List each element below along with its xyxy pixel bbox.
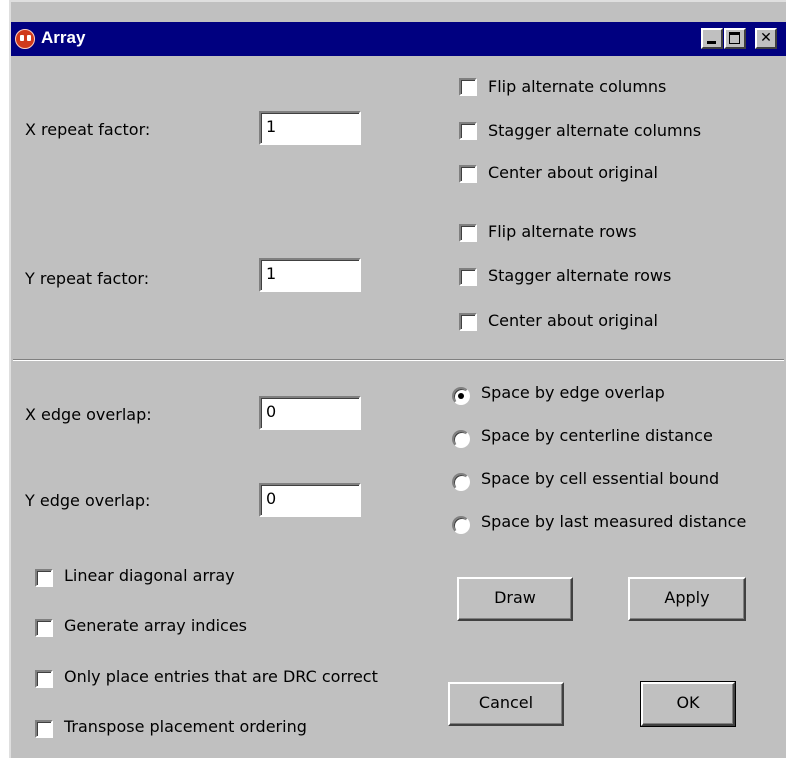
space-by-last-measured-distance-radio[interactable] <box>452 516 470 534</box>
cancel-button[interactable]: Cancel <box>448 682 564 726</box>
y-edge-overlap-input[interactable]: 0 <box>259 483 361 517</box>
generate-array-indices-checkbox[interactable] <box>35 619 53 637</box>
close-button[interactable]: ✕ <box>755 28 777 49</box>
x-repeat-label: X repeat factor: <box>25 120 151 139</box>
space-by-centerline-distance-radio[interactable] <box>452 430 470 448</box>
generate-array-indices-label: Generate array indices <box>64 616 248 635</box>
stagger-alternate-columns-checkbox[interactable] <box>459 122 477 140</box>
stagger-alternate-rows-label: Stagger alternate rows <box>488 266 672 285</box>
space-by-centerline-distance-label: Space by centerline distance <box>481 426 713 445</box>
title-bar[interactable]: Array ✕ <box>11 22 786 56</box>
drc-correct-only-label: Only place entries that are DRC correct <box>64 667 378 686</box>
flip-alternate-columns-label: Flip alternate columns <box>488 77 667 96</box>
space-by-cell-essential-bound-radio[interactable] <box>452 473 470 491</box>
close-icon: ✕ <box>760 30 772 46</box>
radio-selected-dot <box>458 393 464 399</box>
space-by-edge-overlap-label: Space by edge overlap <box>481 383 665 402</box>
x-edge-overlap-input[interactable]: 0 <box>259 396 361 430</box>
window-title: Array <box>41 28 86 47</box>
flip-alternate-rows-checkbox[interactable] <box>459 224 477 242</box>
section-separator <box>13 359 784 361</box>
stagger-alternate-columns-label: Stagger alternate columns <box>488 121 702 140</box>
linear-diagonal-array-checkbox[interactable] <box>35 569 53 587</box>
space-by-cell-essential-bound-label: Space by cell essential bound <box>481 469 720 488</box>
center-about-original-columns-label: Center about original <box>488 163 658 182</box>
stagger-alternate-rows-checkbox[interactable] <box>459 268 477 286</box>
flip-alternate-rows-label: Flip alternate rows <box>488 222 637 241</box>
center-about-original-rows-checkbox[interactable] <box>459 313 477 331</box>
ok-button[interactable]: OK <box>640 681 736 727</box>
minimize-button[interactable] <box>701 28 723 49</box>
x-repeat-input[interactable]: 1 <box>259 111 361 145</box>
center-about-original-rows-label: Center about original <box>488 311 658 330</box>
draw-button[interactable]: Draw <box>457 577 573 621</box>
center-about-original-columns-checkbox[interactable] <box>459 165 477 183</box>
space-by-edge-overlap-radio[interactable] <box>452 387 470 405</box>
y-edge-overlap-label: Y edge overlap: <box>25 491 151 510</box>
app-icon[interactable] <box>15 29 35 49</box>
maximize-button[interactable] <box>724 28 746 49</box>
array-dialog: Array ✕ X repeat factor: 1 Flip alternat… <box>9 0 786 758</box>
apply-button[interactable]: Apply <box>628 577 746 621</box>
space-by-last-measured-distance-label: Space by last measured distance <box>481 512 747 531</box>
y-repeat-input[interactable]: 1 <box>259 258 361 292</box>
flip-alternate-columns-checkbox[interactable] <box>459 78 477 96</box>
drc-correct-only-checkbox[interactable] <box>35 670 53 688</box>
transpose-placement-ordering-checkbox[interactable] <box>35 720 53 738</box>
transpose-placement-ordering-label: Transpose placement ordering <box>64 717 307 736</box>
linear-diagonal-array-label: Linear diagonal array <box>64 566 235 585</box>
y-repeat-label: Y repeat factor: <box>25 269 150 288</box>
x-edge-overlap-label: X edge overlap: <box>25 405 152 424</box>
